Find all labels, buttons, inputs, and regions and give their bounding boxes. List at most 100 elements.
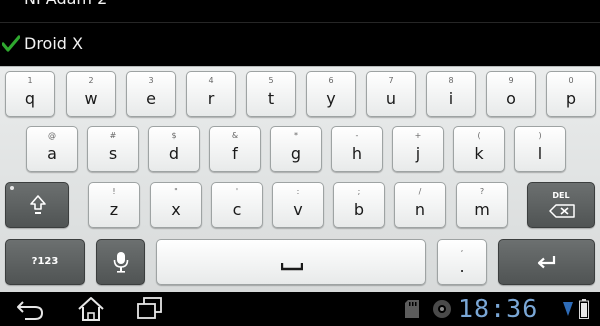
key-o[interactable]: 9o [486,71,536,117]
key-label: s [108,144,118,163]
key-label: k [474,144,484,163]
key-label: b [353,200,365,219]
key-label: y [326,89,336,108]
key-alt-label: 0 [568,76,574,85]
signal-icon [563,302,573,316]
key-h[interactable]: -h [331,126,383,172]
clock: 18:36 [458,294,539,323]
key-alt-label: @ [48,131,56,140]
key-label: i [448,89,454,108]
key-alt-label: * [294,131,298,140]
key-alt-label: 2 [88,76,94,85]
key-l[interactable]: ) l [514,126,566,172]
key-alt-label: + [414,131,422,140]
device-list: NI Adam 2 Droid X [0,0,600,66]
device-item[interactable]: NI Adam 2 [0,0,600,23]
key-m[interactable]: ? m [456,182,508,228]
home-icon[interactable] [73,295,109,323]
key-label: p [565,89,577,108]
recent-apps-icon[interactable] [132,295,168,323]
key-label: d [168,144,180,163]
key-z[interactable]: ! z [88,182,140,228]
key-p[interactable]: 0p [546,71,596,117]
key-label: v [293,200,303,219]
key-b[interactable]: ; b [333,182,385,228]
key-u[interactable]: 7u [366,71,416,117]
key-label: m [474,200,490,219]
key-label: u [385,89,397,108]
key-alt-label: $ [171,131,177,140]
key-label: r [207,89,215,108]
battery-icon [579,299,589,319]
check-icon [2,35,20,52]
sd-card-icon [405,300,419,318]
key-label: h [351,144,363,163]
key-s[interactable]: # s [87,126,139,172]
key-f[interactable]: & f [209,126,261,172]
device-name: NI Adam 2 [24,0,107,8]
key-label: c [232,200,242,219]
back-icon[interactable] [13,295,49,323]
enter-key[interactable] [498,239,595,285]
key-label: z [109,200,119,219]
key-label: t [267,89,275,108]
device-item[interactable]: Droid X [0,23,600,66]
key-alt-label: & [231,131,239,140]
key-label: x [171,200,181,219]
key-w[interactable]: 2w [66,71,116,117]
key-alt-label: 5 [268,76,274,85]
period-key[interactable]: , . [437,239,487,285]
key-alt-label: 4 [208,76,214,85]
key-k[interactable]: (k [453,126,505,172]
key-label: a [47,144,57,163]
shift-key[interactable] [5,182,69,228]
key-label: l [537,144,543,163]
symbols-label: ?123 [31,256,59,267]
enter-icon [537,256,556,269]
key-y[interactable]: 6y [306,71,356,117]
period-main: . [459,257,465,276]
key-alt-label: ; [357,187,361,196]
system-bar: 18:36 [0,292,600,326]
key-label: w [84,89,98,108]
voice-input-key[interactable] [96,239,145,285]
status-icon [433,300,451,318]
key-alt-label: / [418,187,422,196]
key-r[interactable]: 4r [186,71,236,117]
symbols-key[interactable]: ?123 [5,239,85,285]
key-label: q [24,89,36,108]
device-name: Droid X [24,34,83,53]
key-alt-label: ' [235,187,239,196]
key-n[interactable]: / n [394,182,446,228]
delete-icon [549,204,575,218]
key-i[interactable]: 8i [426,71,476,117]
key-alt-label: ? [479,187,485,196]
key-alt-label: 7 [388,76,394,85]
key-g[interactable]: * g [270,126,322,172]
key-alt-label: 9 [508,76,514,85]
delete-key[interactable]: DEL [527,182,595,228]
key-label: j [415,144,421,163]
key-q[interactable]: 1q [5,71,55,117]
key-c[interactable]: ' c [211,182,263,228]
key-alt-label: ! [112,187,116,196]
key-j[interactable]: + j [392,126,444,172]
key-alt-label: ) [538,131,542,140]
key-alt-label: # [109,131,117,140]
delete-label: DEL [552,191,570,200]
key-label: n [414,200,426,219]
key-label: o [506,89,516,108]
key-a[interactable]: @ a [26,126,78,172]
key-e[interactable]: 3e [126,71,176,117]
key-x[interactable]: " x [150,182,202,228]
key-t[interactable]: 5t [246,71,296,117]
key-alt-label: 3 [148,76,154,85]
key-alt-label: " [174,187,178,196]
key-label: g [290,144,302,163]
space-key[interactable] [156,239,426,285]
key-alt-label: - [355,131,359,140]
space-icon [281,263,303,271]
key-v[interactable]: :v [272,182,324,228]
key-d[interactable]: $ d [148,126,200,172]
key-alt-label: 1 [27,76,33,85]
